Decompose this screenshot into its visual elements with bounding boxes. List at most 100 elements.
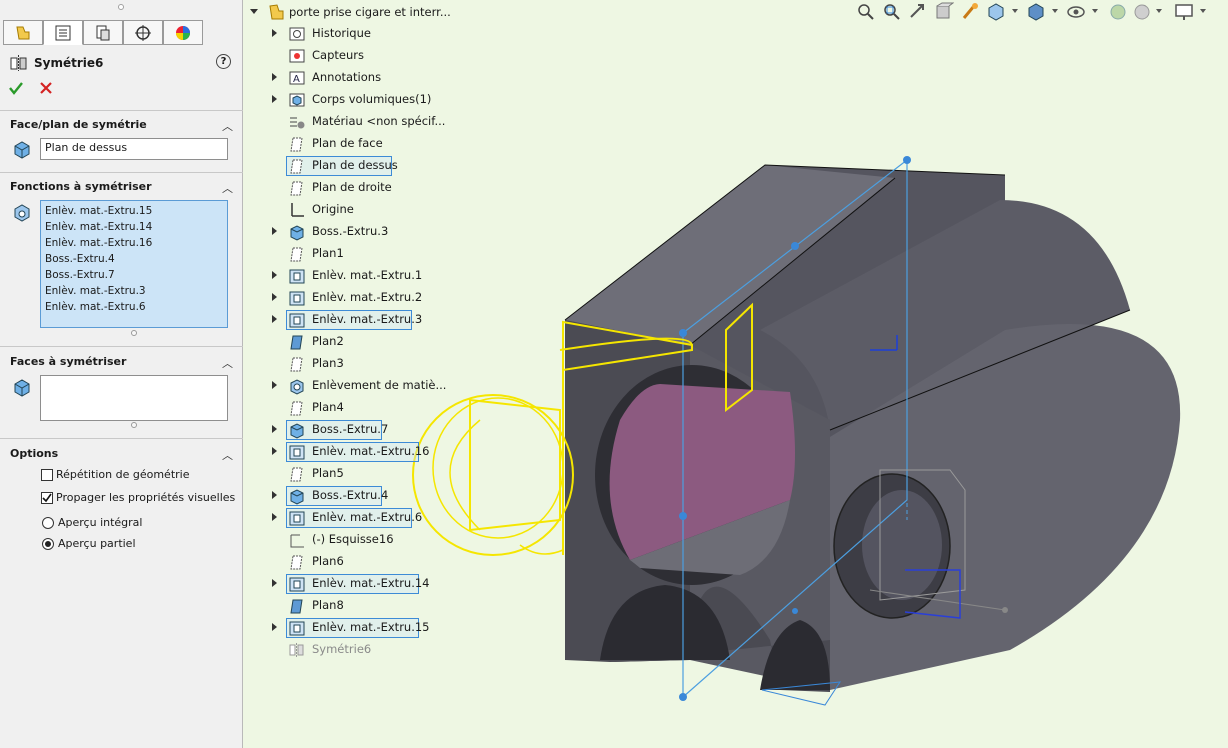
previous-view-icon[interactable] <box>908 2 928 22</box>
dropdown-arrow-icon[interactable] <box>1200 9 1206 13</box>
expand-arrow-icon[interactable] <box>272 447 277 455</box>
propagate-visual-checkbox[interactable] <box>41 492 53 504</box>
hide-show-icon[interactable] <box>1066 2 1086 22</box>
features-section-header[interactable]: Fonctions à symétriser ︿ <box>0 178 243 196</box>
list-item[interactable]: Enlèv. mat.-Extru.16 <box>45 235 223 251</box>
boss-extrude-icon <box>290 225 304 241</box>
faces-section-header[interactable]: Faces à symétriser ︿ <box>0 353 243 371</box>
list-item[interactable]: Enlèv. mat.-Extru.15 <box>45 203 223 219</box>
tree-item[interactable]: Capteurs <box>244 46 544 66</box>
tree-item[interactable]: Plan3 <box>244 354 544 374</box>
section-view-icon[interactable] <box>934 2 954 22</box>
collapse-chevron-icon[interactable]: ︿ <box>222 355 233 371</box>
tree-item[interactable]: Historique <box>244 24 544 44</box>
faces-field[interactable] <box>40 375 228 421</box>
tree-root[interactable]: porte prise cigare et interr... <box>244 2 544 22</box>
expand-arrow-icon[interactable] <box>272 315 277 323</box>
tree-item[interactable]: Plan1 <box>244 244 544 264</box>
tree-item[interactable]: Enlèv. mat.-Extru.6 <box>244 508 544 528</box>
collapse-chevron-icon[interactable]: ︿ <box>222 180 233 196</box>
tree-item[interactable]: Boss.-Extru.3 <box>244 222 544 242</box>
apply-scene-icon[interactable] <box>1132 2 1152 22</box>
expand-arrow-icon[interactable] <box>272 227 277 235</box>
tree-item[interactable]: (-) Esquisse16 <box>244 530 544 550</box>
tree-item[interactable]: Plan de droite <box>244 178 544 198</box>
help-button[interactable]: ? <box>216 54 231 69</box>
display-manager-tab[interactable] <box>163 20 203 45</box>
edit-appearance-icon[interactable] <box>1108 2 1128 22</box>
dynamic-annotation-icon[interactable] <box>960 2 980 22</box>
tree-item[interactable]: Enlèv. mat.-Extru.3 <box>244 310 544 330</box>
tree-item[interactable]: Enlèv. mat.-Extru.16 <box>244 442 544 462</box>
origin-icon <box>291 203 304 217</box>
tree-item[interactable]: Enlèv. mat.-Extru.1 <box>244 266 544 286</box>
collapse-chevron-icon[interactable]: ︿ <box>222 447 233 463</box>
ok-checkmark-icon[interactable] <box>8 80 24 96</box>
expand-arrow-icon[interactable] <box>272 425 277 433</box>
tree-item[interactable]: Plan de dessus <box>244 156 544 176</box>
tree-item[interactable]: Matériau <non spécif... <box>244 112 544 132</box>
tree-item[interactable]: Plan2 <box>244 332 544 352</box>
expand-arrow-icon[interactable] <box>272 623 277 631</box>
zoom-to-area-icon[interactable] <box>882 2 902 22</box>
tree-item[interactable]: Enlèv. mat.-Extru.2 <box>244 288 544 308</box>
view-settings-icon[interactable] <box>1174 2 1194 22</box>
list-item[interactable]: Enlèv. mat.-Extru.3 <box>45 283 223 299</box>
mirror-face-section-header[interactable]: Face/plan de symétrie ︿ <box>0 116 243 134</box>
repeat-geometry-checkbox[interactable] <box>41 469 53 481</box>
view-orientation-icon[interactable] <box>986 2 1006 22</box>
feature-manager-tab[interactable] <box>3 20 43 45</box>
dimxpert-tab[interactable] <box>123 20 163 45</box>
list-item[interactable]: Boss.-Extru.7 <box>45 267 223 283</box>
list-item[interactable]: Enlèv. mat.-Extru.14 <box>45 219 223 235</box>
expand-arrow-icon[interactable] <box>272 491 277 499</box>
tree-item-label: Plan1 <box>312 246 344 260</box>
tree-item-label: Historique <box>312 26 371 40</box>
expand-arrow-icon[interactable] <box>272 381 277 389</box>
tree-item[interactable]: Enlèvement de matiè... <box>244 376 544 396</box>
partial-preview-radio[interactable] <box>42 538 54 550</box>
dropdown-arrow-icon[interactable] <box>1052 9 1058 13</box>
tree-item[interactable]: Enlèv. mat.-Extru.15 <box>244 618 544 638</box>
tree-item[interactable]: Corps volumiques(1) <box>244 90 544 110</box>
tree-item[interactable]: Plan de face <box>244 134 544 154</box>
dropdown-arrow-icon[interactable] <box>1092 9 1098 13</box>
dropdown-arrow-icon[interactable] <box>1156 9 1162 13</box>
faces-section-label: Faces à symétriser <box>10 355 127 368</box>
tree-item[interactable]: Plan6 <box>244 552 544 572</box>
configuration-manager-tab[interactable] <box>83 20 123 45</box>
tree-item-label: Plan2 <box>312 334 344 348</box>
mirror-plane-field[interactable]: Plan de dessus <box>40 138 228 160</box>
tree-item[interactable]: Symétrie6 <box>244 640 544 660</box>
panel-grip[interactable] <box>118 4 124 10</box>
expand-arrow-icon[interactable] <box>272 579 277 587</box>
tree-item[interactable]: Plan4 <box>244 398 544 418</box>
list-item[interactable]: Enlèv. mat.-Extru.6 <box>45 299 223 315</box>
expand-arrow-icon[interactable] <box>272 73 277 81</box>
list-item[interactable]: Boss.-Extru.4 <box>45 251 223 267</box>
dropdown-arrow-icon[interactable] <box>1012 9 1018 13</box>
zoom-to-fit-icon[interactable] <box>856 2 876 22</box>
features-listbox[interactable]: Enlèv. mat.-Extru.15 Enlèv. mat.-Extru.1… <box>40 200 228 328</box>
tree-item[interactable]: Enlèv. mat.-Extru.14 <box>244 574 544 594</box>
tree-item[interactable]: Boss.-Extru.7 <box>244 420 544 440</box>
expand-arrow-icon[interactable] <box>272 95 277 103</box>
faces-resize-handle[interactable] <box>131 422 137 428</box>
expand-arrow-icon[interactable] <box>272 293 277 301</box>
options-section-header[interactable]: Options ︿ <box>0 445 243 463</box>
expand-arrow-icon[interactable] <box>272 29 277 37</box>
tree-item[interactable]: Boss.-Extru.4 <box>244 486 544 506</box>
display-style-icon[interactable] <box>1026 2 1046 22</box>
expand-arrow-icon[interactable] <box>272 513 277 521</box>
listbox-resize-handle[interactable] <box>131 330 137 336</box>
cancel-x-icon[interactable] <box>38 80 54 96</box>
tree-item[interactable]: Plan5 <box>244 464 544 484</box>
collapse-chevron-icon[interactable]: ︿ <box>222 118 233 134</box>
tree-item[interactable]: A Annotations <box>244 68 544 88</box>
property-manager-tab[interactable] <box>43 20 83 45</box>
expand-down-icon[interactable] <box>250 9 258 14</box>
expand-arrow-icon[interactable] <box>272 271 277 279</box>
tree-item[interactable]: Plan8 <box>244 596 544 616</box>
full-preview-radio[interactable] <box>42 517 54 529</box>
tree-item[interactable]: Origine <box>244 200 544 220</box>
